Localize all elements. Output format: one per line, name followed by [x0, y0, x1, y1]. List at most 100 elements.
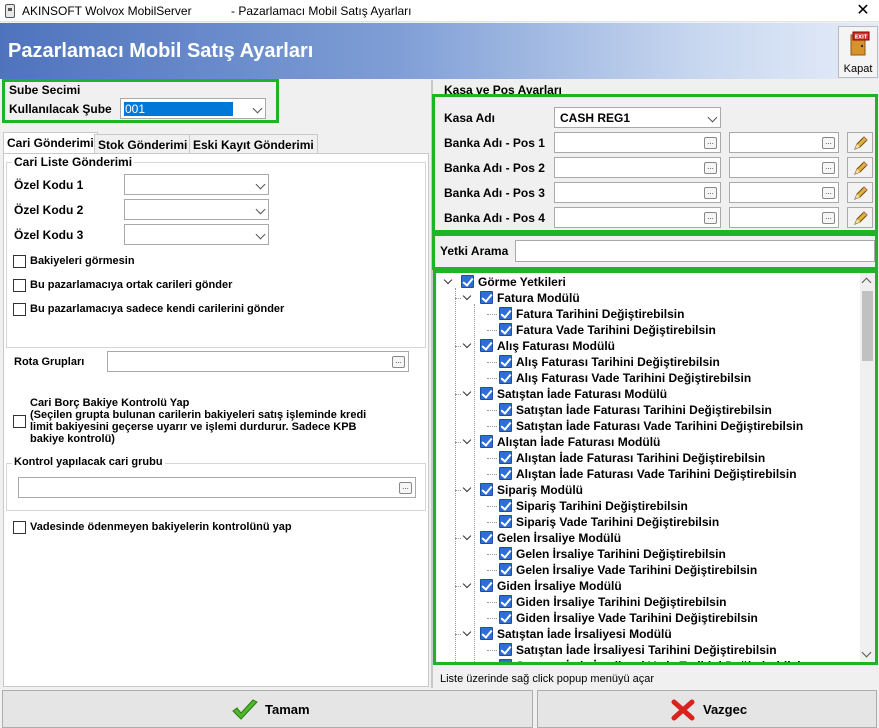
- ellipsis-icon[interactable]: ...: [822, 162, 835, 174]
- tree-leaf-item[interactable]: Fatura Vade Tarihini Değiştirebilsin: [437, 322, 857, 338]
- tab-eski-kayit-gonderimi[interactable]: Eski Kayıt Gönderimi: [189, 134, 318, 154]
- tab-cari-gonderimi[interactable]: Cari Gönderimi: [3, 132, 98, 154]
- tree-checkbox[interactable]: [499, 499, 512, 512]
- tree-checkbox[interactable]: [480, 339, 493, 352]
- ortak-carileri-checkbox[interactable]: [13, 279, 26, 292]
- banka-pos-2-clear-button[interactable]: [847, 157, 873, 178]
- tree-checkbox[interactable]: [480, 435, 493, 448]
- tree-checkbox[interactable]: [499, 419, 512, 432]
- ellipsis-icon[interactable]: ...: [822, 187, 835, 199]
- tree-checkbox[interactable]: [480, 387, 493, 400]
- tree-checkbox[interactable]: [499, 307, 512, 320]
- tree-leaf-item[interactable]: Giden İrsaliye Tarihini Değiştirebilsin: [437, 594, 857, 610]
- tree-leaf-item[interactable]: Alıştan İade Faturası Vade Tarihini Deği…: [437, 466, 857, 482]
- ellipsis-icon[interactable]: ...: [822, 212, 835, 224]
- tree-checkbox[interactable]: [461, 275, 474, 288]
- bakiyeleri-gormesin-checkbox[interactable]: [13, 255, 26, 268]
- chevron-down-icon[interactable]: [462, 483, 472, 493]
- vazgec-button[interactable]: Vazgec: [537, 690, 877, 728]
- tree-checkbox[interactable]: [480, 483, 493, 496]
- tree-checkbox[interactable]: [499, 659, 512, 663]
- tree-leaf-item[interactable]: Satıştan İade İrsaliyesi Vade Tarihini D…: [437, 658, 857, 663]
- banka-pos-3-field-2[interactable]: ...: [729, 182, 839, 203]
- borc-bakiye-checkbox[interactable]: [13, 415, 26, 428]
- banka-pos-3-clear-button[interactable]: [847, 182, 873, 203]
- kontrol-cari-grubu-field[interactable]: ...: [18, 477, 416, 498]
- banka-pos-1-field[interactable]: ...: [554, 132, 721, 153]
- ellipsis-icon[interactable]: ...: [399, 482, 412, 494]
- scroll-up-icon[interactable]: [861, 277, 872, 288]
- chevron-down-icon[interactable]: [462, 579, 472, 589]
- banka-pos-4-field-2[interactable]: ...: [729, 207, 839, 228]
- tree-checkbox[interactable]: [480, 291, 493, 304]
- tree-checkbox[interactable]: [499, 371, 512, 384]
- tree-module-item[interactable]: Giden İrsaliye Modülü: [437, 578, 857, 594]
- ellipsis-icon[interactable]: ...: [704, 212, 717, 224]
- tree-leaf-item[interactable]: Satıştan İade Faturası Tarihini Değiştir…: [437, 402, 857, 418]
- close-icon[interactable]: ✕: [853, 1, 873, 21]
- yetki-arama-input[interactable]: [515, 240, 875, 262]
- chevron-down-icon[interactable]: [462, 291, 472, 301]
- ellipsis-icon[interactable]: ...: [392, 356, 405, 368]
- tree-leaf-item[interactable]: Sipariş Tarihini Değiştirebilsin: [437, 498, 857, 514]
- chevron-down-icon[interactable]: [462, 627, 472, 637]
- banka-pos-3-field[interactable]: ...: [554, 182, 721, 203]
- tree-module-item[interactable]: Fatura Modülü: [437, 290, 857, 306]
- chevron-down-icon[interactable]: [462, 531, 472, 541]
- banka-pos-1-field-2[interactable]: ...: [729, 132, 839, 153]
- ozel-kodu-3-select[interactable]: [124, 224, 269, 245]
- chevron-down-icon[interactable]: [462, 387, 472, 397]
- tree-leaf-item[interactable]: Giden İrsaliye Vade Tarihini Değiştirebi…: [437, 610, 857, 626]
- tree-checkbox[interactable]: [480, 579, 493, 592]
- tree-module-item[interactable]: Sipariş Modülü: [437, 482, 857, 498]
- tree-module-item[interactable]: Satıştan İade İrsaliyesi Modülü: [437, 626, 857, 642]
- ellipsis-icon[interactable]: ...: [704, 162, 717, 174]
- tree-checkbox[interactable]: [499, 611, 512, 624]
- tree-module-item[interactable]: Satıştan İade Faturası Modülü: [437, 386, 857, 402]
- banka-pos-2-field-2[interactable]: ...: [729, 157, 839, 178]
- kasa-adi-select[interactable]: CASH REG1: [554, 107, 721, 128]
- yetki-tree[interactable]: Görme Yetkileri Fatura Modülü Fatura Tarih…: [437, 273, 874, 663]
- chevron-down-icon[interactable]: [443, 275, 453, 285]
- tree-checkbox[interactable]: [499, 451, 512, 464]
- tree-checkbox[interactable]: [499, 323, 512, 336]
- scroll-thumb[interactable]: [862, 291, 873, 361]
- banka-pos-2-field[interactable]: ...: [554, 157, 721, 178]
- tree-checkbox[interactable]: [499, 563, 512, 576]
- banka-pos-4-field[interactable]: ...: [554, 207, 721, 228]
- ozel-kodu-2-select[interactable]: [124, 199, 269, 220]
- ozel-kodu-1-select[interactable]: [124, 174, 269, 195]
- tree-checkbox[interactable]: [499, 643, 512, 656]
- tree-checkbox[interactable]: [499, 467, 512, 480]
- rota-gruplari-field[interactable]: ...: [107, 351, 409, 372]
- tamam-button[interactable]: Tamam: [2, 690, 533, 728]
- tree-leaf-item[interactable]: Satıştan İade İrsaliyesi Tarihini Değişt…: [437, 642, 857, 658]
- tree-leaf-item[interactable]: Gelen İrsaliye Vade Tarihini Değiştirebi…: [437, 562, 857, 578]
- tree-leaf-item[interactable]: Alış Faturası Vade Tarihini Değiştirebil…: [437, 370, 857, 386]
- ellipsis-icon[interactable]: ...: [822, 137, 835, 149]
- ellipsis-icon[interactable]: ...: [704, 137, 717, 149]
- chevron-down-icon[interactable]: [462, 339, 472, 349]
- kendi-carileri-checkbox[interactable]: [13, 303, 26, 316]
- ellipsis-icon[interactable]: ...: [704, 187, 717, 199]
- tree-module-item[interactable]: Alıştan İade Faturası Modülü: [437, 434, 857, 450]
- tree-checkbox[interactable]: [499, 515, 512, 528]
- tree-checkbox[interactable]: [480, 531, 493, 544]
- tree-leaf-item[interactable]: Alış Faturası Tarihini Değiştirebilsin: [437, 354, 857, 370]
- tree-leaf-item[interactable]: Gelen İrsaliye Tarihini Değiştirebilsin: [437, 546, 857, 562]
- pane-splitter[interactable]: [431, 80, 433, 688]
- tree-scrollbar[interactable]: [860, 273, 875, 663]
- tree-leaf-item[interactable]: Sipariş Vade Tarihini Değiştirebilsin: [437, 514, 857, 530]
- tree-leaf-item[interactable]: Alıştan İade Faturası Tarihini Değiştire…: [437, 450, 857, 466]
- tree-leaf-item[interactable]: Satıştan İade Faturası Vade Tarihini Değ…: [437, 418, 857, 434]
- tree-checkbox[interactable]: [480, 627, 493, 640]
- tree-checkbox[interactable]: [499, 547, 512, 560]
- kapat-button[interactable]: EXIT Kapat: [838, 26, 878, 78]
- tree-checkbox[interactable]: [499, 355, 512, 368]
- banka-pos-1-clear-button[interactable]: [847, 132, 873, 153]
- sube-select[interactable]: 001: [120, 98, 266, 119]
- tree-module-item[interactable]: Gelen İrsaliye Modülü: [437, 530, 857, 546]
- scroll-down-icon[interactable]: [861, 647, 872, 658]
- tree-root-item[interactable]: Görme Yetkileri: [437, 274, 857, 290]
- tree-checkbox[interactable]: [499, 403, 512, 416]
